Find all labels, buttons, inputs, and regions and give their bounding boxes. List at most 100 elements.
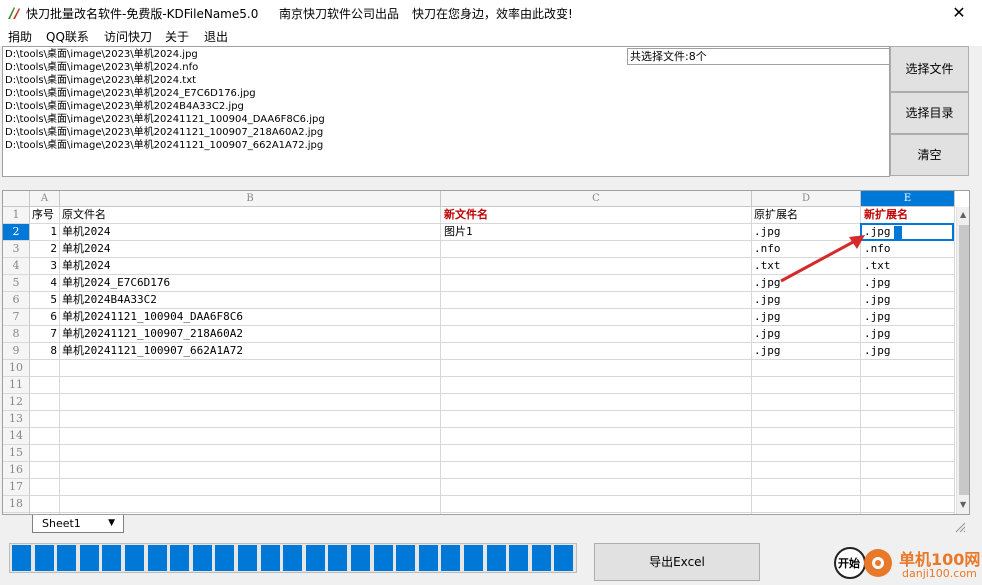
column-header-a[interactable]: A xyxy=(30,191,60,207)
cell-original-ext[interactable]: .jpg xyxy=(754,292,781,308)
close-icon[interactable]: ✕ xyxy=(936,0,982,26)
file-path: D:\tools\桌面\image\2023\单机20241121_100907… xyxy=(5,140,324,151)
resize-grip-icon[interactable] xyxy=(954,521,966,533)
header-new-ext[interactable]: 新扩展名 xyxy=(864,207,908,223)
column-header-e[interactable]: E xyxy=(861,191,955,207)
row-header[interactable]: 15 xyxy=(3,445,30,462)
cell-seq[interactable]: 7 xyxy=(31,326,57,342)
row-header[interactable]: 6 xyxy=(3,292,30,309)
watermark-url: danji100.com xyxy=(902,567,977,580)
sheet-tab[interactable]: Sheet1 ▼ xyxy=(32,515,124,533)
row-header[interactable]: 18 xyxy=(3,496,30,513)
header-original-ext[interactable]: 原扩展名 xyxy=(754,207,798,223)
menu-qq-contact[interactable]: QQ联系 xyxy=(46,28,89,45)
menu-bar: 捐助 QQ联系 访问快刀 关于 退出 xyxy=(0,26,982,46)
progress-segment xyxy=(486,545,506,571)
file-path: D:\tools\桌面\image\2023\单机2024_E7C6D176.j… xyxy=(5,88,256,99)
start-label: 开始 xyxy=(838,557,860,570)
progress-segment xyxy=(283,545,303,571)
row-header[interactable]: 12 xyxy=(3,394,30,411)
scrollbar-thumb[interactable] xyxy=(959,225,969,495)
clear-button[interactable]: 清空 xyxy=(890,134,969,176)
cell-seq[interactable]: 6 xyxy=(31,309,57,325)
grid-line xyxy=(30,223,955,224)
row-header[interactable]: 13 xyxy=(3,411,30,428)
progress-segment xyxy=(509,545,529,571)
row-header[interactable]: 1 xyxy=(3,207,30,224)
row-header[interactable]: 5 xyxy=(3,275,30,292)
spreadsheet-grid[interactable]: A B C D E 1 2 3 4 5 6 7 8 9 10 11 12 13 … xyxy=(2,190,970,515)
cell-new-ext[interactable]: .jpg xyxy=(864,343,891,359)
cell-new-ext[interactable]: .jpg xyxy=(864,309,891,325)
progress-segment xyxy=(34,545,54,571)
cell-original-name[interactable]: 单机2024B4A33C2 xyxy=(62,292,157,308)
progress-segment xyxy=(125,545,144,571)
file-list[interactable]: D:\tools\桌面\image\2023\单机2024.jpg D:\too… xyxy=(2,46,890,177)
cell-original-name[interactable]: 单机20241121_100907_662A1A72 xyxy=(62,343,243,359)
cell-seq[interactable]: 8 xyxy=(31,343,57,359)
cell-new-name[interactable]: 图片1 xyxy=(444,224,473,240)
vertical-scrollbar[interactable]: ▲ ▼ xyxy=(956,207,969,514)
menu-visit[interactable]: 访问快刀 xyxy=(104,28,152,45)
row-header[interactable]: 11 xyxy=(3,377,30,394)
progress-segment xyxy=(147,545,167,571)
column-header-c[interactable]: C xyxy=(441,191,752,207)
sheet-tab-bar: Sheet1 ▼ xyxy=(2,515,970,535)
scroll-up-icon[interactable]: ▲ xyxy=(960,210,966,219)
row-header[interactable]: 16 xyxy=(3,462,30,479)
row-header[interactable]: 9 xyxy=(3,343,30,360)
annotation-arrow-icon xyxy=(780,235,865,283)
grid-line xyxy=(30,478,955,479)
header-original-name[interactable]: 原文件名 xyxy=(62,207,106,223)
chevron-down-icon[interactable]: ▼ xyxy=(108,515,115,532)
cell-original-ext[interactable]: .jpg xyxy=(754,309,781,325)
select-files-button[interactable]: 选择文件 xyxy=(890,46,969,92)
corner-cell[interactable] xyxy=(3,191,30,207)
grid-line xyxy=(751,207,752,514)
cell-seq[interactable]: 2 xyxy=(31,241,57,257)
grid-line xyxy=(30,512,955,513)
progress-segment xyxy=(12,545,31,571)
cell-original-ext[interactable]: .jpg xyxy=(754,343,781,359)
header-new-name[interactable]: 新文件名 xyxy=(444,207,488,223)
cell-original-name[interactable]: 单机2024 xyxy=(62,258,111,274)
cell-original-name[interactable]: 单机20241121_100907_218A60A2 xyxy=(62,326,243,342)
cell-new-ext[interactable]: .jpg xyxy=(864,292,891,308)
row-header[interactable]: 3 xyxy=(3,241,30,258)
cell-seq[interactable]: 4 xyxy=(31,275,57,291)
cell-original-ext[interactable]: .jpg xyxy=(754,326,781,342)
header-seq[interactable]: 序号 xyxy=(32,207,54,223)
cell-original-name[interactable]: 单机2024_E7C6D176 xyxy=(62,275,170,291)
scroll-down-icon[interactable]: ▼ xyxy=(960,500,966,509)
cell-original-name[interactable]: 单机2024 xyxy=(62,224,111,240)
file-path: D:\tools\桌面\image\2023\单机2024.txt xyxy=(5,75,197,86)
cell-seq[interactable]: 5 xyxy=(31,292,57,308)
progress-segment xyxy=(305,545,325,571)
row-header[interactable]: 10 xyxy=(3,360,30,377)
menu-donate[interactable]: 捐助 xyxy=(8,28,32,45)
grid-line xyxy=(440,207,441,514)
export-excel-button[interactable]: 导出Excel xyxy=(594,543,760,581)
start-button[interactable]: 开始 xyxy=(832,546,896,580)
column-header-d[interactable]: D xyxy=(752,191,861,207)
cell-new-ext[interactable]: .jpg xyxy=(864,326,891,342)
progress-segment xyxy=(192,545,212,571)
select-directory-button[interactable]: 选择目录 xyxy=(890,92,969,134)
cell-original-name[interactable]: 单机20241121_100904_DAA6F8C6 xyxy=(62,309,243,325)
cell-original-name[interactable]: 单机2024 xyxy=(62,241,111,257)
grid-line xyxy=(954,207,955,514)
cell-seq[interactable]: 1 xyxy=(31,224,57,240)
menu-exit[interactable]: 退出 xyxy=(204,28,228,45)
row-header[interactable]: 8 xyxy=(3,326,30,343)
row-header[interactable]: 17 xyxy=(3,479,30,496)
row-header[interactable]: 7 xyxy=(3,309,30,326)
row-header[interactable]: 2 xyxy=(3,224,30,241)
row-header[interactable]: 14 xyxy=(3,428,30,445)
column-header-b[interactable]: B xyxy=(60,191,441,207)
progress-segment xyxy=(418,545,438,571)
menu-about[interactable]: 关于 xyxy=(165,28,189,45)
progress-segment xyxy=(396,545,416,571)
row-header[interactable]: 4 xyxy=(3,258,30,275)
window-title: 快刀批量改名软件-免费版-KDFileName5.0 xyxy=(26,7,259,21)
cell-seq[interactable]: 3 xyxy=(31,258,57,274)
